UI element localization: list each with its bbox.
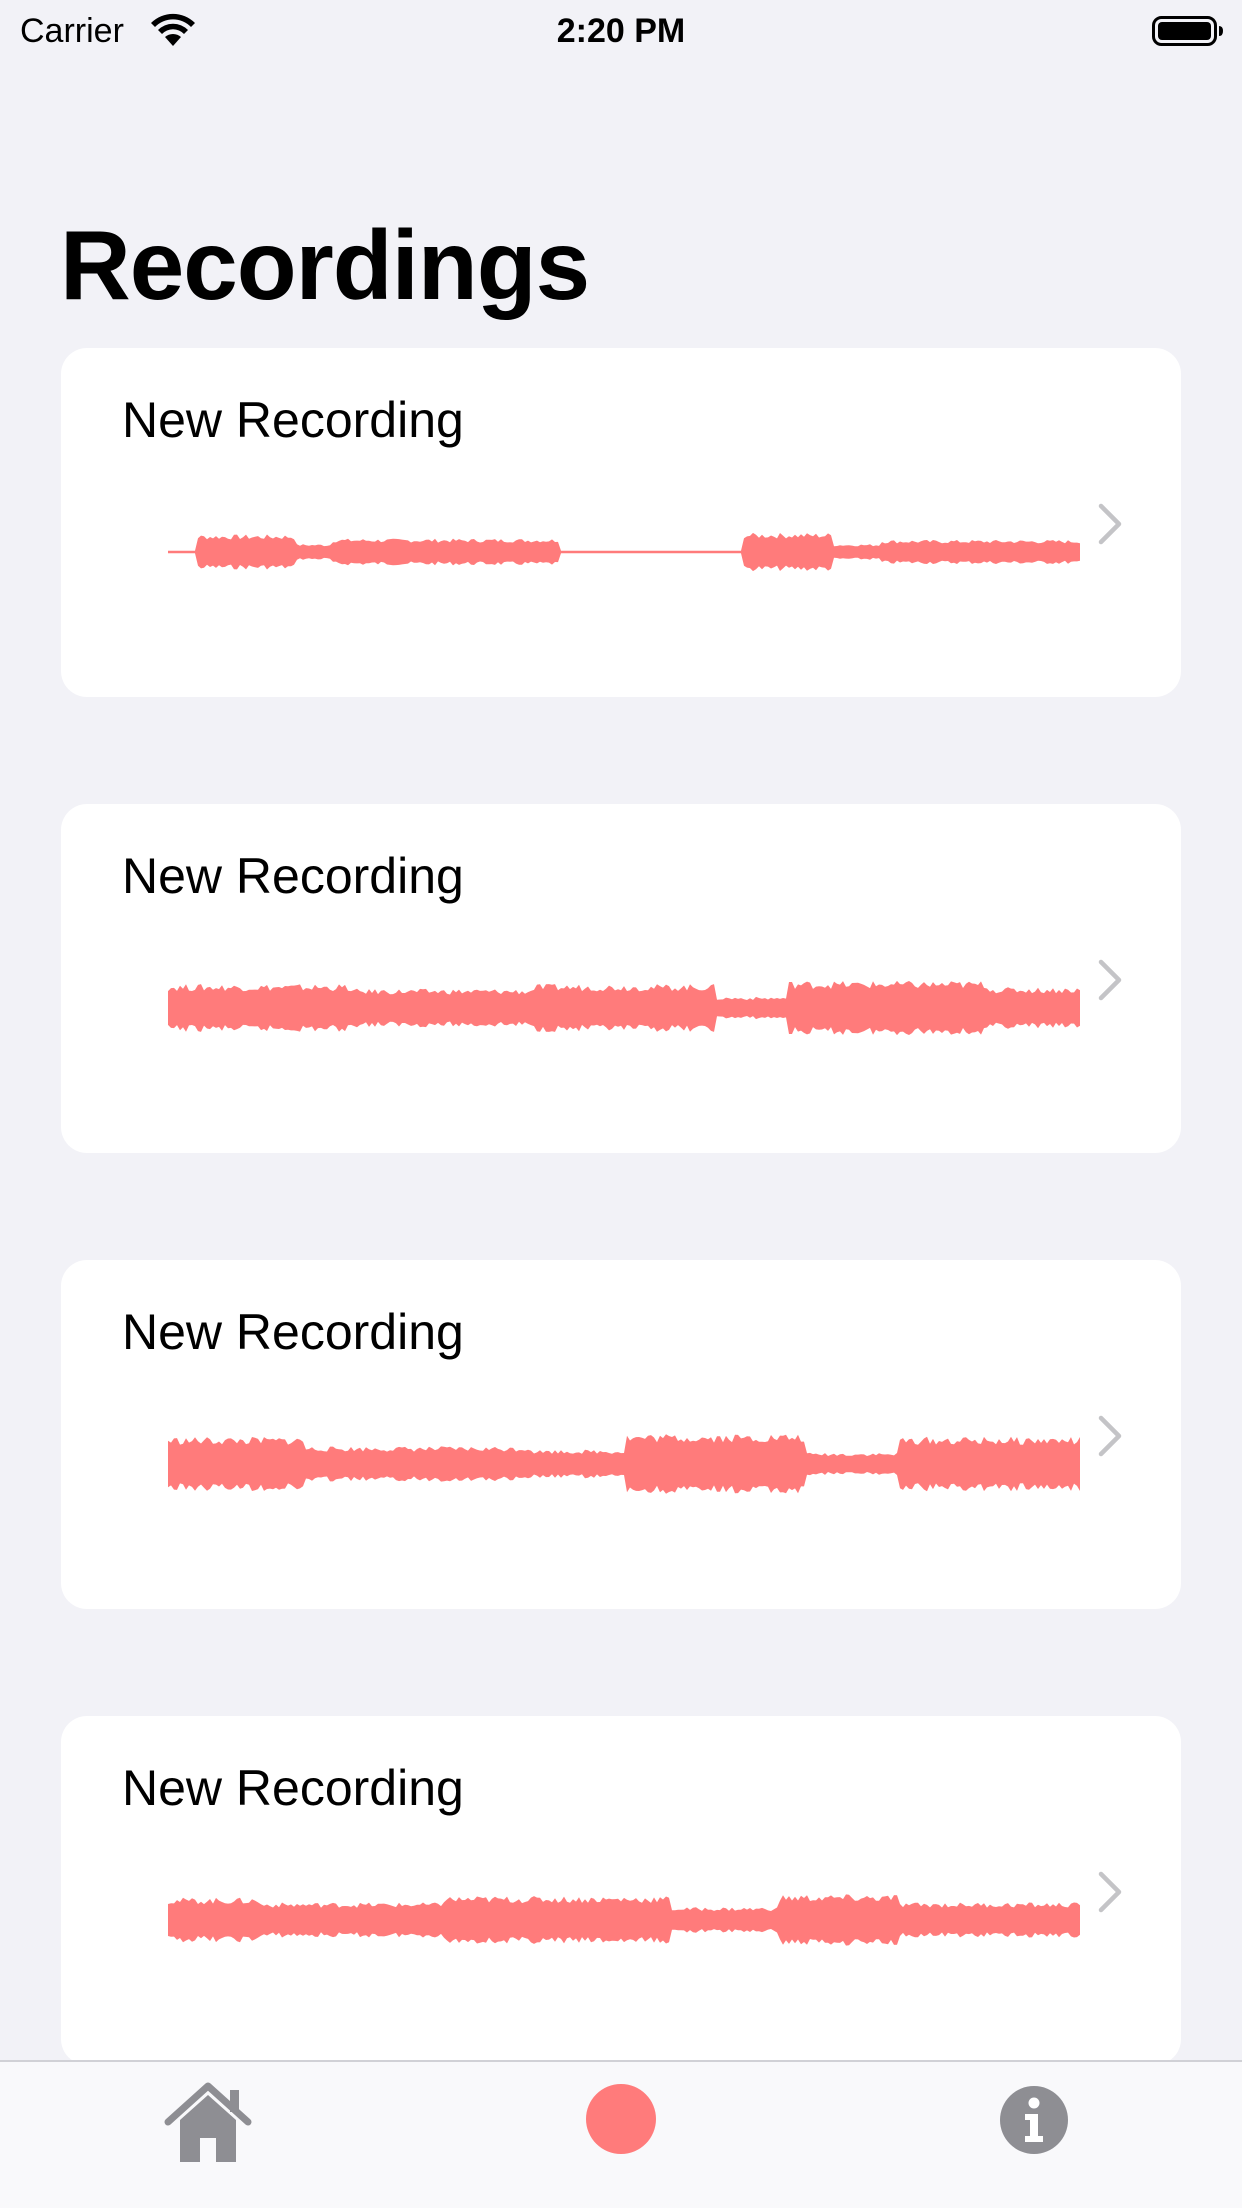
status-time: 2:20 PM bbox=[556, 12, 686, 50]
record-button[interactable] bbox=[586, 2084, 656, 2154]
waveform bbox=[168, 1434, 1080, 1494]
info-icon[interactable] bbox=[998, 2084, 1070, 2156]
battery-icon bbox=[1152, 16, 1223, 46]
waveform-shape bbox=[168, 532, 1080, 572]
recording-card[interactable]: New Recording bbox=[61, 1260, 1181, 1609]
chevron-right-icon bbox=[1098, 959, 1122, 1001]
recording-title: New Recording bbox=[122, 848, 464, 904]
recording-title: New Recording bbox=[122, 392, 464, 448]
chevron-right-icon bbox=[1098, 1415, 1122, 1457]
waveform-shape bbox=[168, 1894, 1080, 1946]
recording-card[interactable]: New Recording bbox=[61, 804, 1181, 1153]
recording-title: New Recording bbox=[122, 1760, 464, 1816]
tab-bar bbox=[0, 2060, 1242, 2208]
waveform bbox=[168, 1894, 1080, 1946]
recordings-screen: Carrier 2:20 PM Recordings New Recording… bbox=[0, 0, 1242, 2208]
recording-card[interactable]: New Recording bbox=[61, 348, 1181, 697]
recording-title: New Recording bbox=[122, 1304, 464, 1360]
waveform bbox=[168, 532, 1080, 572]
home-icon[interactable] bbox=[160, 2076, 256, 2172]
recording-card[interactable]: New Recording bbox=[61, 1716, 1181, 2065]
chevron-right-icon bbox=[1098, 1871, 1122, 1913]
waveform bbox=[168, 980, 1080, 1036]
waveform-shape bbox=[168, 980, 1080, 1036]
page-title: Recordings bbox=[60, 210, 590, 320]
chevron-right-icon bbox=[1098, 503, 1122, 545]
waveform-shape bbox=[168, 1434, 1080, 1494]
status-bar: Carrier 2:20 PM bbox=[0, 0, 1242, 62]
